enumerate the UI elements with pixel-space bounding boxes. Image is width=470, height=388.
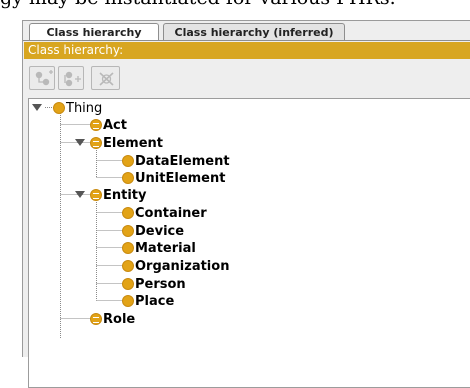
tree-node-label: Person: [135, 277, 186, 292]
tree-node-label: Place: [135, 294, 175, 309]
tree-node-element[interactable]: Element: [90, 134, 163, 151]
tree-node-entity[interactable]: Entity: [90, 186, 147, 203]
document-text-fragment: gy may be instantiated for various PHRs.: [0, 0, 470, 11]
class-hierarchy-panel: Class hierarchy Class hierarchy (inferre…: [22, 20, 470, 388]
defined-class-icon: [90, 118, 102, 131]
defined-class-icon: [90, 188, 102, 201]
tree-node-place[interactable]: Place: [122, 292, 174, 309]
class-icon: [122, 154, 134, 167]
class-icon: [53, 101, 65, 114]
tree-node-person[interactable]: Person: [122, 275, 186, 292]
tree-node-container[interactable]: Container: [122, 204, 207, 221]
class-icon: [122, 259, 134, 272]
add-sibling-class-button[interactable]: [58, 66, 84, 90]
tab-class-hierarchy-inferred[interactable]: Class hierarchy (inferred): [163, 23, 345, 40]
tree-node-label: Organization: [135, 259, 230, 274]
class-icon: [122, 294, 134, 307]
tree-node-label: Act: [103, 118, 127, 133]
tab-class-hierarchy[interactable]: Class hierarchy: [29, 23, 159, 40]
tree-node-label: Device: [135, 224, 185, 239]
class-tree[interactable]: Thing Act Element DataElement UnitElemen…: [28, 98, 470, 388]
tree-node-label: UnitElement: [135, 171, 226, 186]
class-icon: [122, 224, 134, 237]
tab-divider: [23, 40, 470, 41]
tree-node-label: Role: [103, 312, 136, 327]
tree-node-role[interactable]: Role: [90, 310, 135, 327]
panel-header: Class hierarchy:: [24, 42, 470, 59]
tree-node-thing[interactable]: Thing: [53, 99, 102, 116]
class-icon: [122, 206, 134, 219]
tree-node-label: DataElement: [135, 154, 230, 169]
tree-node-material[interactable]: Material: [122, 239, 196, 256]
tree-node-dataelement[interactable]: DataElement: [122, 152, 230, 169]
tree-node-label: Material: [135, 241, 196, 256]
class-icon: [122, 171, 134, 184]
add-sibling-class-icon: [64, 71, 81, 87]
add-subclass-icon: [35, 70, 53, 86]
tree-node-act[interactable]: Act: [90, 116, 127, 133]
expand-toggle-element[interactable]: [75, 139, 85, 146]
expand-toggle-thing[interactable]: [32, 104, 42, 111]
tree-node-device[interactable]: Device: [122, 222, 184, 239]
class-icon: [122, 277, 134, 290]
delete-class-icon: [99, 72, 114, 86]
tree-node-label: Container: [135, 206, 207, 221]
tree-node-organization[interactable]: Organization: [122, 257, 229, 274]
defined-class-icon: [90, 312, 102, 325]
tree-node-label: Entity: [103, 188, 147, 203]
expand-toggle-entity[interactable]: [75, 191, 85, 198]
delete-class-button[interactable]: [91, 66, 120, 90]
add-subclass-button[interactable]: [29, 66, 55, 90]
tree-node-label: Thing: [66, 101, 103, 116]
class-icon: [122, 241, 134, 254]
tree-node-unitelement[interactable]: UnitElement: [122, 169, 225, 186]
defined-class-icon: [90, 136, 102, 149]
tree-node-label: Element: [103, 136, 163, 151]
